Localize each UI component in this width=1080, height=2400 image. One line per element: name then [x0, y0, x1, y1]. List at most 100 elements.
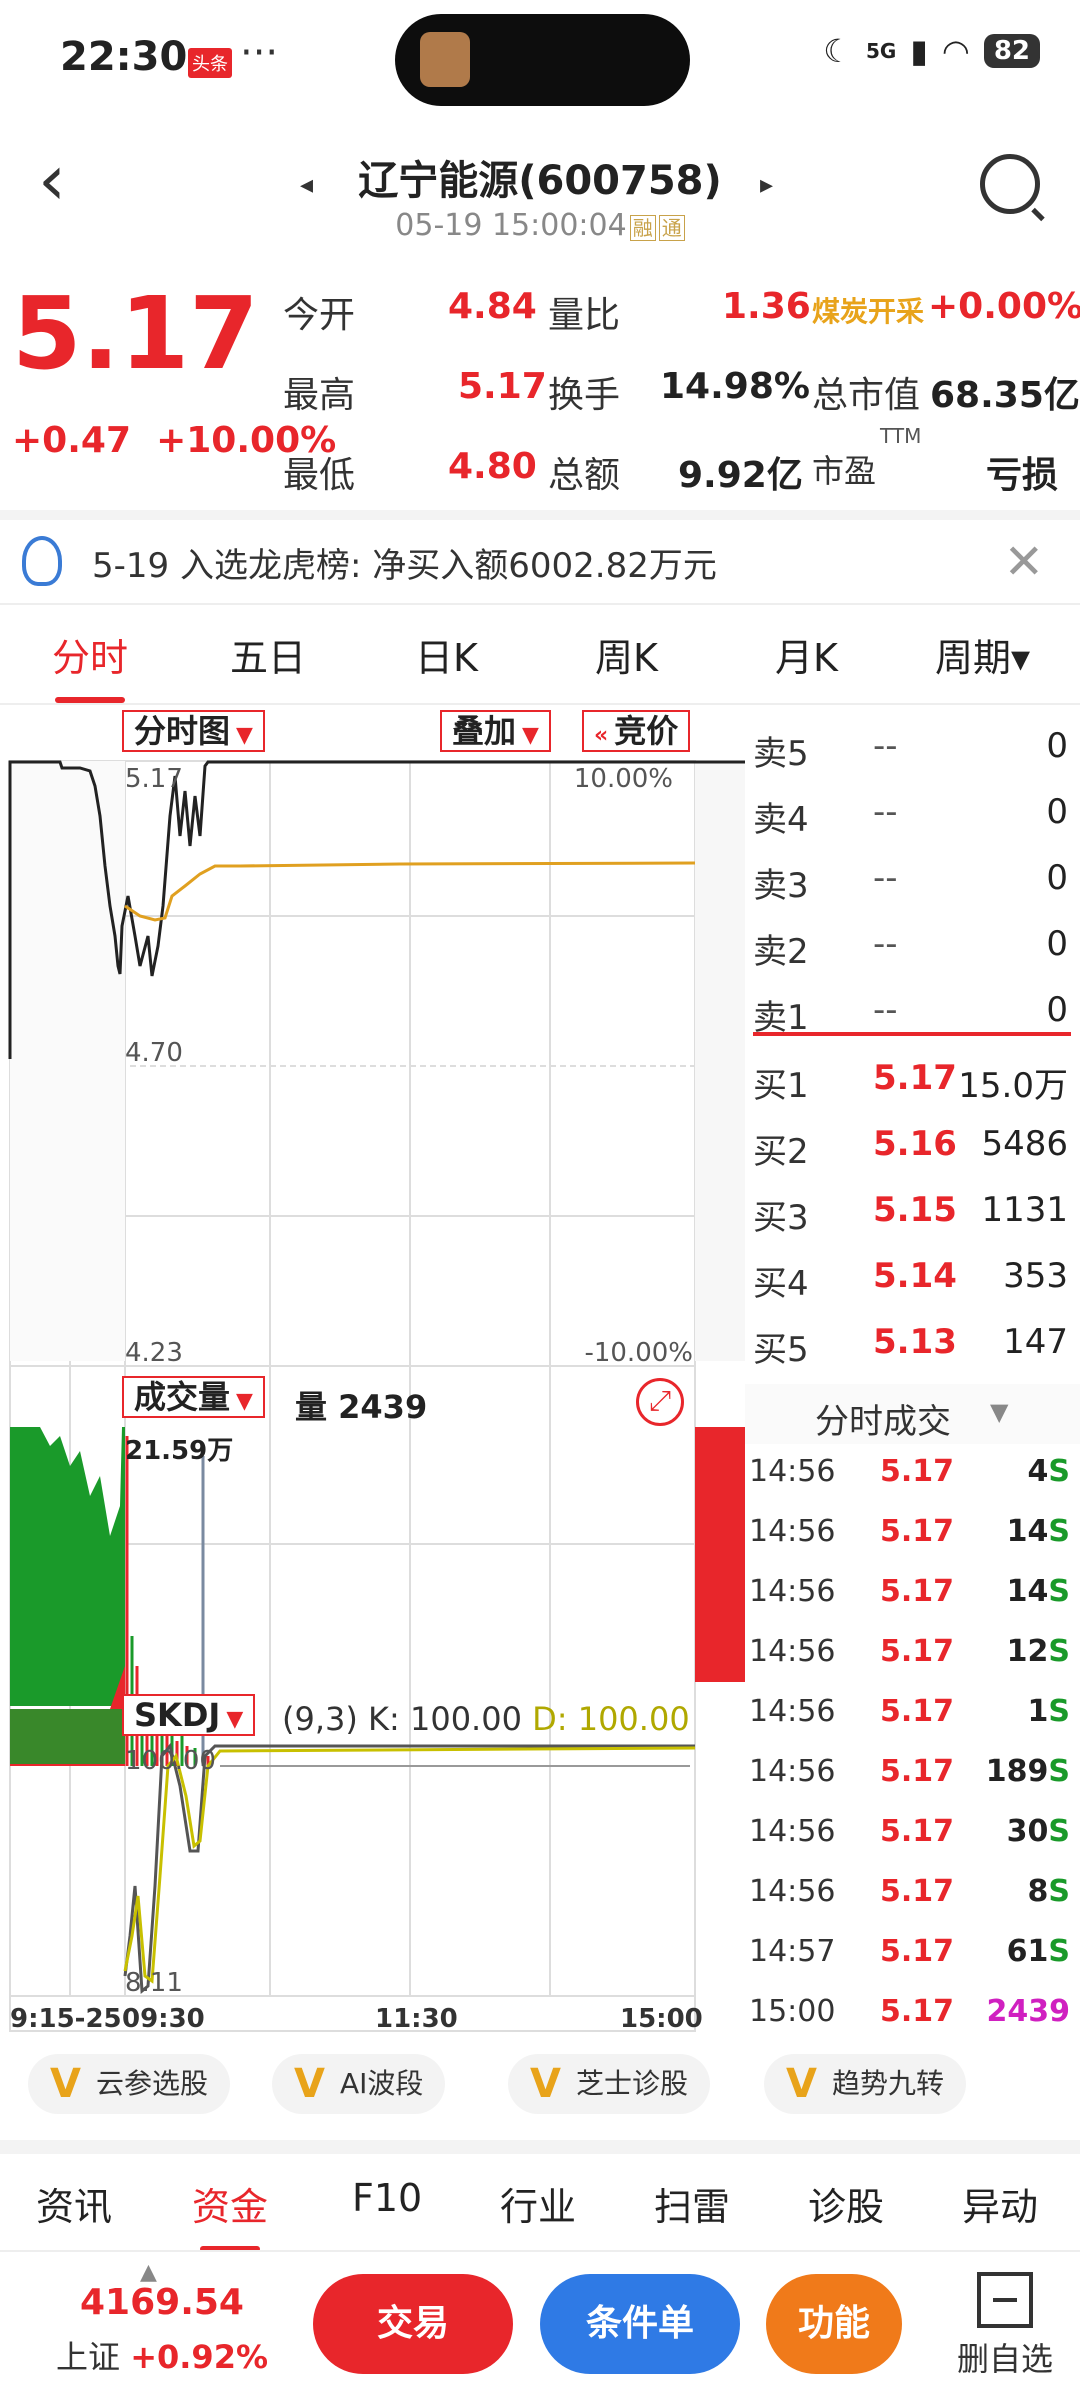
tab-diagnosis[interactable]: 诊股	[808, 2176, 884, 2231]
tab-anomaly[interactable]: 异动	[962, 2176, 1038, 2231]
tick-volume: 14S	[1007, 1574, 1070, 1609]
tab-period[interactable]: 周期▾	[935, 627, 1030, 682]
trade-button[interactable]: 交易	[313, 2274, 513, 2374]
ask-volume: 0	[1046, 924, 1068, 964]
quote-value: 68.35亿	[930, 375, 1080, 416]
tool-label: AI波段	[340, 2067, 424, 2100]
quote-label: 最低	[283, 455, 356, 496]
quote-value: 4.84	[448, 286, 537, 327]
tab-weekly-k[interactable]: 周K	[595, 627, 658, 682]
ask-volume: 0	[1046, 726, 1068, 766]
tick-side: S	[1048, 1634, 1070, 1669]
dynamic-island	[395, 14, 690, 106]
bid-row: 买1 5.17 15.0万	[745, 1048, 1080, 1114]
index-info[interactable]: 上证 +0.92%	[56, 2332, 268, 2378]
tick-side: S	[1048, 1814, 1070, 1849]
wifi-icon: ◠	[941, 32, 970, 70]
news-badge: 头条	[188, 48, 232, 78]
bid-row: 买5 5.13 147	[745, 1312, 1080, 1378]
tick-volume-value: 12	[1006, 1634, 1049, 1669]
status-time: 22:30	[60, 34, 188, 80]
moon-icon: ☾	[823, 32, 852, 70]
tick-row: 14:56 5.17 12S	[745, 1624, 1080, 1684]
close-volume-bar	[695, 1427, 745, 1682]
remove-favorite-button[interactable]: 删自选	[950, 2272, 1060, 2380]
kdj-axis-top: 100.00	[125, 1746, 216, 1776]
expand-icon[interactable]: ⤢	[636, 1378, 684, 1426]
search-icon[interactable]	[980, 154, 1040, 214]
ask-row: 卖4 -- 0	[745, 782, 1080, 848]
function-button[interactable]: 功能	[766, 2274, 902, 2374]
ask-row: 卖1 -- 0	[745, 980, 1080, 1046]
ask-label: 卖3	[753, 866, 809, 906]
chart-type-dropdown[interactable]: 分时图 ▼	[122, 710, 265, 752]
bid-price: 5.15	[873, 1190, 957, 1230]
more-notifications-icon: ···	[240, 30, 279, 76]
dragon-tiger-notice[interactable]: 5-19 入选龙虎榜: 净买入额6002.82万元 ✕	[0, 510, 1080, 605]
timestamp-text: 05-19 15:00:04	[395, 208, 627, 243]
ticks-header[interactable]: 分时成交 ▼	[745, 1384, 1080, 1444]
tick-side: S	[1048, 1874, 1070, 1909]
tool-cloud-stock-picker[interactable]: V 云参选股	[28, 2054, 231, 2114]
tab-industry[interactable]: 行业	[500, 2176, 576, 2231]
margin-tag: 融	[629, 215, 656, 241]
index-value[interactable]: 4169.54	[80, 2282, 244, 2323]
auction-label: 竞价	[614, 712, 679, 750]
ticks-title: 分时成交	[815, 1402, 951, 1442]
bid-price: 5.16	[873, 1124, 957, 1164]
time-label: 09:30	[122, 2004, 205, 2034]
close-icon[interactable]: ✕	[1004, 534, 1044, 590]
tab-risk-scan[interactable]: 扫雷	[654, 2176, 730, 2231]
caret-down-icon: ▼	[522, 723, 539, 748]
tool-trend-nine[interactable]: V 趋势九转	[764, 2054, 967, 2114]
chart-type-label: 分时图	[134, 712, 231, 750]
tab-f10[interactable]: F10	[352, 2176, 422, 2220]
remove-favorite-label: 删自选	[956, 2340, 1053, 2378]
tick-row: 14:56 5.17 4S	[745, 1444, 1080, 1504]
notice-text: 5-19 入选龙虎榜: 净买入额6002.82万元	[92, 546, 717, 586]
tick-row: 14:56 5.17 30S	[745, 1804, 1080, 1864]
auction-zone	[10, 761, 125, 1361]
caret-down-icon: ▼	[236, 723, 253, 748]
tool-cheese-diagnosis[interactable]: V 芝士诊股	[508, 2054, 711, 2114]
tool-ai-band[interactable]: V AI波段	[272, 2054, 446, 2114]
bid-price: 5.14	[873, 1256, 957, 1296]
next-stock-icon[interactable]: ▸	[760, 170, 773, 200]
battery-icon: 82	[983, 34, 1040, 68]
tick-side: S	[1048, 1454, 1070, 1489]
overlay-dropdown[interactable]: 叠加 ▼	[440, 710, 551, 752]
bulb-icon	[22, 536, 62, 586]
tools-row: V 云参选股 V AI波段 V 芝士诊股 V 趋势九转	[0, 2040, 1080, 2130]
v-icon: V	[786, 2061, 817, 2107]
intraday-chart[interactable]: 分时图 ▼ 叠加 ▼ «竞价 5.17 10.00% 4.70 4.23 -10.0…	[0, 706, 745, 2036]
tick-volume: 189S	[986, 1754, 1070, 1789]
bid-volume: 1131	[981, 1190, 1068, 1230]
tool-label: 芝士诊股	[576, 2067, 689, 2100]
tick-row: 14:56 5.17 14S	[745, 1504, 1080, 1564]
volume-indicator-dropdown[interactable]: 成交量 ▼	[122, 1376, 265, 1418]
ttm-superscript: TTM	[880, 424, 922, 448]
tab-monthly-k[interactable]: 月K	[775, 627, 838, 682]
ask-price: --	[873, 858, 898, 898]
kdj-params-value: (9,3)	[282, 1700, 358, 1738]
v-icon: V	[530, 2061, 561, 2107]
bid-label: 买4	[753, 1264, 809, 1304]
quote-timestamp: 05-19 15:00:04 融通	[0, 208, 1080, 243]
ask-label: 卖4	[753, 800, 809, 840]
tab-funds[interactable]: 资金	[192, 2176, 268, 2231]
sector-link[interactable]: 煤炭开采	[812, 290, 924, 330]
volume-indicator-label: 成交量	[134, 1378, 231, 1416]
change-value: +0.47	[12, 420, 131, 461]
tick-price: 5.17	[880, 1514, 955, 1549]
conditional-order-button[interactable]: 条件单	[540, 2274, 740, 2374]
auction-toggle[interactable]: «竞价	[582, 710, 691, 752]
tab-intraday[interactable]: 分时	[52, 627, 128, 682]
caret-down-icon: ▼	[990, 1398, 1009, 1426]
quote-value: 1.36	[722, 286, 811, 327]
kdj-indicator-dropdown[interactable]: SKDJ ▼	[122, 1694, 256, 1736]
tab-news[interactable]: 资讯	[36, 2176, 112, 2231]
tab-daily-k[interactable]: 日K	[415, 627, 478, 682]
quote-value: 4.80	[448, 446, 537, 487]
tab-five-day[interactable]: 五日	[230, 627, 306, 682]
tick-volume: 12S	[1007, 1634, 1070, 1669]
